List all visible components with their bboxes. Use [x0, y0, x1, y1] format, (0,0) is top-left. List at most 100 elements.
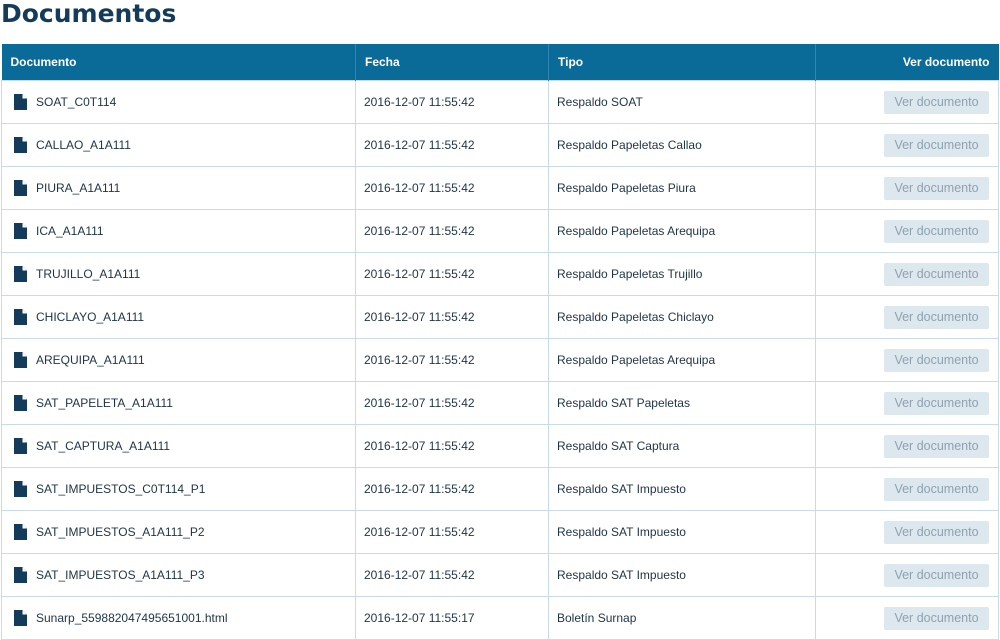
document-cell-content: CALLAO_A1A111: [14, 137, 347, 153]
document-type: Respaldo Papeletas Arequipa: [548, 209, 816, 253]
document-cell: SAT_CAPTURA_A1A111: [1, 424, 356, 468]
ver-documento-button[interactable]: Ver documento: [884, 219, 989, 243]
document-name: SAT_IMPUESTOS_C0T114_P1: [36, 482, 206, 496]
document-name: SAT_IMPUESTOS_A1A111_P3: [36, 568, 205, 582]
document-name: AREQUIPA_A1A111: [36, 353, 145, 367]
document-date: 2016-12-07 11:55:42: [355, 166, 549, 210]
file-icon-graphic: [14, 137, 27, 153]
file-icon: [14, 223, 28, 239]
action-cell: Ver documento: [815, 252, 999, 296]
file-icon: [14, 610, 28, 626]
action-cell: Ver documento: [815, 553, 999, 597]
table-body: SOAT_C0T114 2016-12-07 11:55:42 Respaldo…: [1, 80, 999, 640]
documents-table: Documento Fecha Tipo Ver documento SOAT_…: [1, 44, 999, 640]
table-row: SAT_IMPUESTOS_A1A111_P3 2016-12-07 11:55…: [1, 553, 999, 597]
table-row: SAT_IMPUESTOS_A1A111_P2 2016-12-07 11:55…: [1, 510, 999, 554]
document-date: 2016-12-07 11:55:17: [355, 596, 549, 640]
column-header-documento: Documento: [1, 44, 356, 81]
file-icon: [14, 309, 28, 325]
ver-documento-button[interactable]: Ver documento: [884, 348, 989, 372]
table-row: PIURA_A1A111 2016-12-07 11:55:42 Respald…: [1, 166, 999, 210]
ver-documento-button[interactable]: Ver documento: [884, 90, 989, 114]
documents-table-container: Documento Fecha Tipo Ver documento SOAT_…: [1, 44, 999, 640]
action-cell: Ver documento: [815, 467, 999, 511]
document-cell: SOAT_C0T114: [1, 80, 356, 124]
document-name: TRUJILLO_A1A111: [36, 267, 141, 281]
document-cell: SAT_PAPELETA_A1A111: [1, 381, 356, 425]
document-cell: ICA_A1A111: [1, 209, 356, 253]
file-icon: [14, 137, 28, 153]
file-icon-graphic: [14, 266, 27, 282]
document-type: Respaldo SAT Papeletas: [548, 381, 816, 425]
document-date: 2016-12-07 11:55:42: [355, 209, 549, 253]
document-type: Respaldo Papeletas Piura: [548, 166, 816, 210]
ver-documento-button[interactable]: Ver documento: [884, 606, 989, 630]
document-name: CHICLAYO_A1A111: [36, 310, 145, 324]
file-icon-graphic: [14, 395, 27, 411]
ver-documento-button[interactable]: Ver documento: [884, 520, 989, 544]
ver-documento-button[interactable]: Ver documento: [884, 305, 989, 329]
document-cell-content: SAT_CAPTURA_A1A111: [14, 438, 347, 454]
file-icon-graphic: [14, 610, 27, 626]
document-cell: CALLAO_A1A111: [1, 123, 356, 167]
action-cell: Ver documento: [815, 123, 999, 167]
document-cell-content: TRUJILLO_A1A111: [14, 266, 347, 282]
document-cell: PIURA_A1A111: [1, 166, 356, 210]
ver-documento-button[interactable]: Ver documento: [884, 434, 989, 458]
table-row: SAT_PAPELETA_A1A111 2016-12-07 11:55:42 …: [1, 381, 999, 425]
ver-documento-button[interactable]: Ver documento: [884, 176, 989, 200]
file-icon-graphic: [14, 524, 27, 540]
document-type: Respaldo SAT Impuesto: [548, 553, 816, 597]
ver-documento-button[interactable]: Ver documento: [884, 262, 989, 286]
ver-documento-button[interactable]: Ver documento: [884, 133, 989, 157]
header-row: Documento Fecha Tipo Ver documento: [1, 44, 999, 81]
file-icon: [14, 352, 28, 368]
file-icon: [14, 266, 28, 282]
page-title: Documentos: [1, 0, 177, 28]
document-type: Respaldo Papeletas Arequipa: [548, 338, 816, 382]
action-cell: Ver documento: [815, 510, 999, 554]
document-cell: SAT_IMPUESTOS_C0T114_P1: [1, 467, 356, 511]
document-cell-content: SAT_IMPUESTOS_C0T114_P1: [14, 481, 347, 497]
document-cell: AREQUIPA_A1A111: [1, 338, 356, 382]
file-icon: [14, 395, 28, 411]
action-cell: Ver documento: [815, 596, 999, 640]
document-cell: CHICLAYO_A1A111: [1, 295, 356, 339]
table-row: SOAT_C0T114 2016-12-07 11:55:42 Respaldo…: [1, 80, 999, 124]
document-cell-content: PIURA_A1A111: [14, 180, 347, 196]
ver-documento-button[interactable]: Ver documento: [884, 391, 989, 415]
table-row: CALLAO_A1A111 2016-12-07 11:55:42 Respal…: [1, 123, 999, 167]
table-row: AREQUIPA_A1A111 2016-12-07 11:55:42 Resp…: [1, 338, 999, 382]
document-type: Boletín Surnap: [548, 596, 816, 640]
document-date: 2016-12-07 11:55:42: [355, 338, 549, 382]
column-header-fecha: Fecha: [355, 44, 549, 81]
document-type: Respaldo SAT Impuesto: [548, 467, 816, 511]
document-cell-content: ICA_A1A111: [14, 223, 347, 239]
file-icon-graphic: [14, 567, 27, 583]
document-type: Respaldo SOAT: [548, 80, 816, 124]
file-icon: [14, 438, 28, 454]
ver-documento-button[interactable]: Ver documento: [884, 477, 989, 501]
file-icon-graphic: [14, 180, 27, 196]
ver-documento-button[interactable]: Ver documento: [884, 563, 989, 587]
action-cell: Ver documento: [815, 381, 999, 425]
table-header: Documento Fecha Tipo Ver documento: [1, 44, 999, 81]
document-name: SAT_CAPTURA_A1A111: [36, 439, 171, 453]
file-icon-graphic: [14, 481, 27, 497]
document-cell-content: SAT_IMPUESTOS_A1A111_P3: [14, 567, 347, 583]
file-icon-graphic: [14, 352, 27, 368]
file-icon: [14, 524, 28, 540]
document-type: Respaldo SAT Captura: [548, 424, 816, 468]
document-date: 2016-12-07 11:55:42: [355, 80, 549, 124]
table-row: Sunarp_559882047495651001.html 2016-12-0…: [1, 596, 999, 640]
file-icon: [14, 481, 28, 497]
document-date: 2016-12-07 11:55:42: [355, 467, 549, 511]
document-name: SAT_IMPUESTOS_A1A111_P2: [36, 525, 205, 539]
document-cell-content: Sunarp_559882047495651001.html: [14, 610, 347, 626]
action-cell: Ver documento: [815, 80, 999, 124]
document-cell-content: AREQUIPA_A1A111: [14, 352, 347, 368]
column-header-tipo: Tipo: [548, 44, 816, 81]
table-row: SAT_IMPUESTOS_C0T114_P1 2016-12-07 11:55…: [1, 467, 999, 511]
table-row: TRUJILLO_A1A111 2016-12-07 11:55:42 Resp…: [1, 252, 999, 296]
file-icon-graphic: [14, 223, 27, 239]
